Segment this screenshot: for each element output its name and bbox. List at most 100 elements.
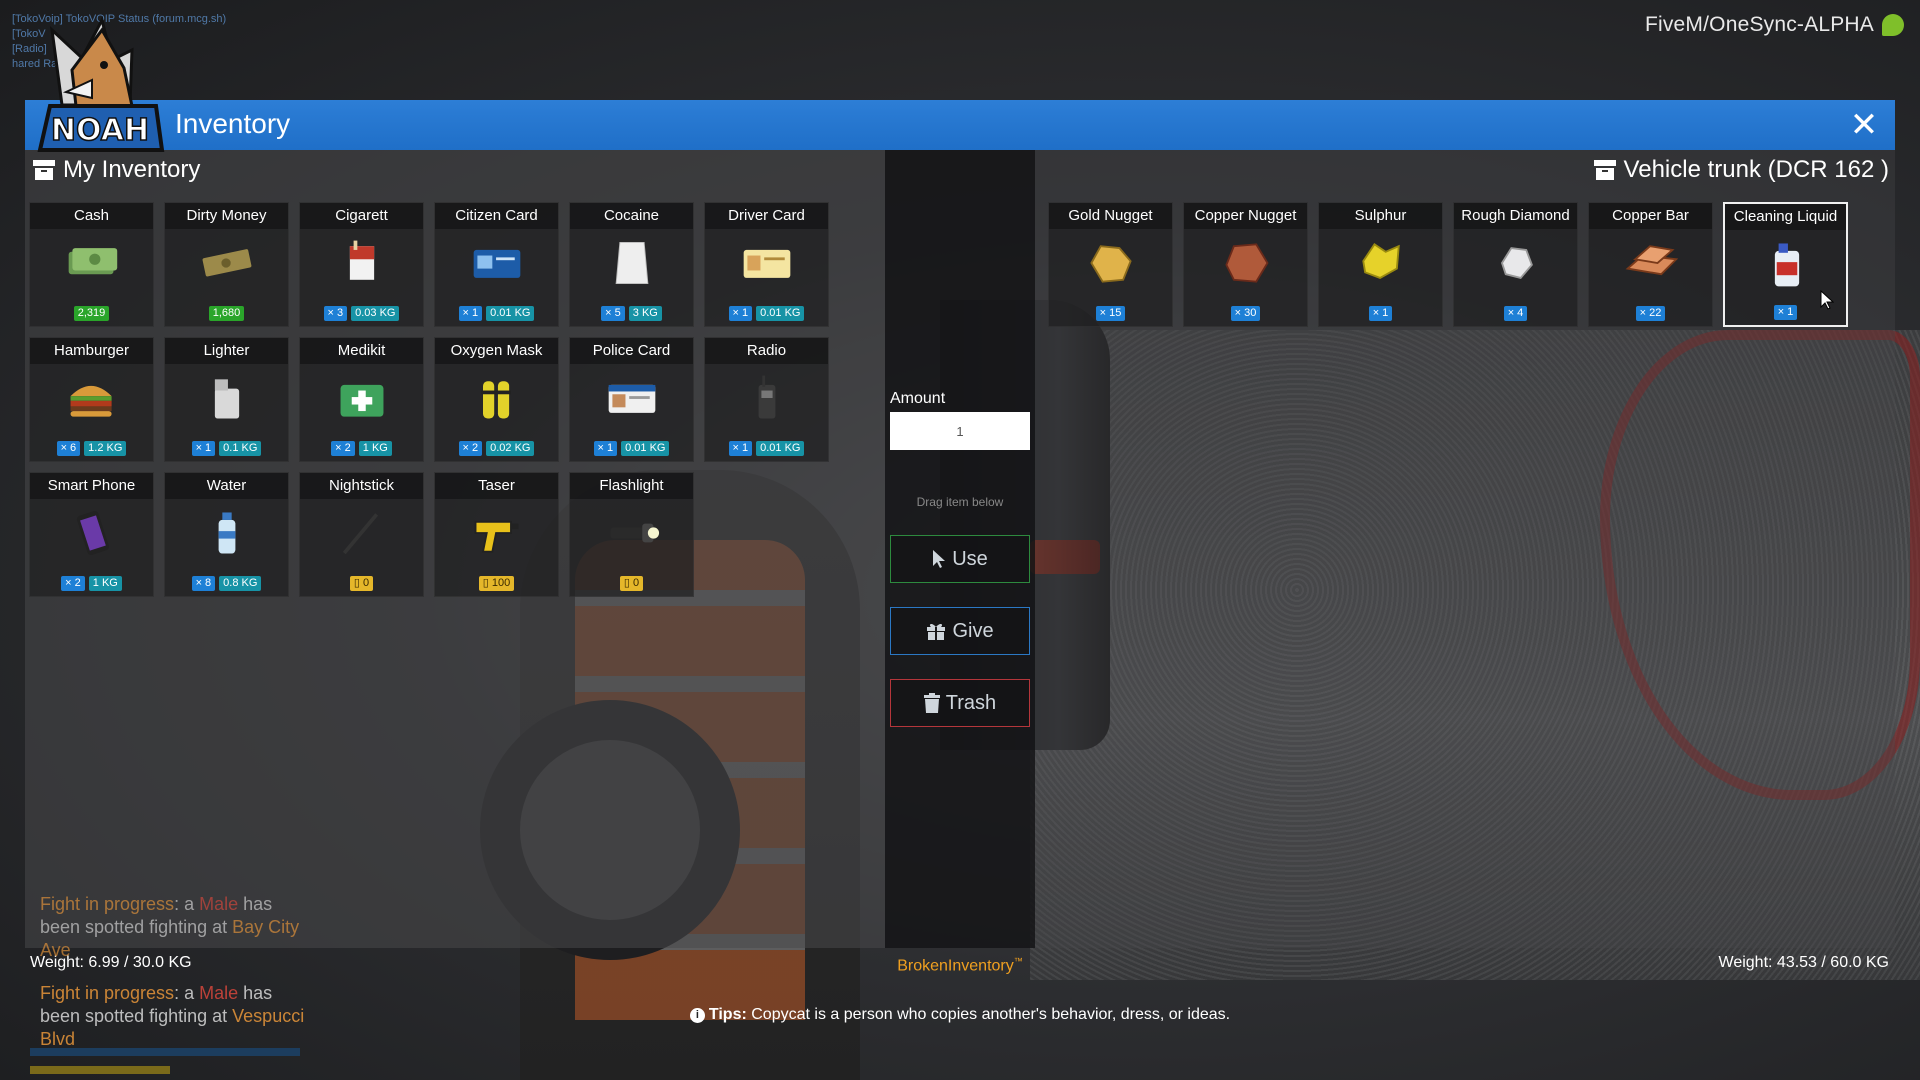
inventory-slot[interactable]: Cash 2,319 <box>29 202 154 327</box>
item-badges: × 3 0.03 KG <box>300 306 423 321</box>
trash-button[interactable]: Trash <box>890 679 1030 727</box>
inventory-slot[interactable]: Driver Card × 1 0.01 KG <box>704 202 829 327</box>
inventory-slot[interactable]: Radio × 1 0.01 KG <box>704 337 829 462</box>
tips-prefix: Tips: <box>708 1006 747 1023</box>
item-badge: 0.1 KG <box>219 441 262 456</box>
inventory-slot[interactable]: Hamburger × 6 1.2 KG <box>29 337 154 462</box>
gold-nugget-icon <box>1090 245 1132 283</box>
trash-label: Trash <box>945 691 997 714</box>
trunk-title: Vehicle trunk (DCR 162 ) <box>1623 156 1889 183</box>
item-badges: × 8 0.8 KG <box>165 576 288 591</box>
item-name: Driver Card <box>705 203 828 229</box>
wolf-logo: NOAH <box>37 15 165 152</box>
trunk-grid: Gold Nugget × 15 Copper Nugget × 30 Sulphur ×… <box>1048 202 1848 327</box>
item-badge: 1 KG <box>88 576 122 591</box>
item-badges: × 53 KG <box>570 306 693 321</box>
amount-input[interactable] <box>890 412 1030 450</box>
item-name: Citizen Card <box>435 203 558 229</box>
cigarette-pack-icon <box>349 240 375 280</box>
oxygen-tanks-icon <box>481 381 511 419</box>
trunk-heading: Vehicle trunk (DCR 162 ) <box>1593 156 1889 184</box>
inventory-slot[interactable]: Police Card × 1 0.01 KG <box>569 337 694 462</box>
item-badge: ▯ 0 <box>349 576 374 591</box>
item-name: Hamburger <box>30 338 153 364</box>
inventory-header: Inventory ✕ <box>25 100 1895 150</box>
give-label: Give <box>952 619 994 642</box>
inventory-slot[interactable]: Gold Nugget × 15 <box>1048 202 1173 327</box>
armor-bar <box>30 1048 300 1056</box>
item-badge: × 1 <box>458 306 483 321</box>
info-icon: i <box>689 1008 705 1023</box>
cocaine-bag-icon <box>615 242 649 284</box>
close-button[interactable]: ✕ <box>1843 104 1885 146</box>
inventory-slot[interactable]: Taser ▯ 100 <box>434 472 559 597</box>
notification: Fight in progress: a Male has been spott… <box>40 893 310 962</box>
notification-text: : a <box>174 983 200 1003</box>
inventory-slot[interactable]: Smart Phone × 21 KG <box>29 472 154 597</box>
citizen-card-icon <box>473 249 521 278</box>
item-badges: 1,680 <box>165 306 288 321</box>
notification-text: : a <box>174 894 200 914</box>
item-badges: × 4 <box>1454 306 1577 321</box>
inventory-window: Inventory ✕ My Inventory Cash 2,319 Dirty … <box>25 100 1895 980</box>
rough-diamond-icon <box>1500 247 1533 279</box>
item-badge: 0.01 KG <box>756 441 805 456</box>
item-badges: × 6 1.2 KG <box>30 441 153 456</box>
item-badge: 0.01 KG <box>621 441 670 456</box>
item-name: Cocaine <box>570 203 693 229</box>
nightstick-icon <box>342 513 379 555</box>
notification-subject: Male <box>199 983 239 1003</box>
inventory-slot[interactable]: Sulphur × 1 <box>1318 202 1443 327</box>
item-badge: × 2 <box>331 441 355 456</box>
drag-hint: Drag item below <box>916 495 1004 509</box>
close-icon[interactable]: ✕ <box>1850 105 1879 145</box>
inventory-slot[interactable]: Flashlight ▯ 0 <box>569 472 694 597</box>
item-name: Cigarett <box>300 203 423 229</box>
item-badge: 1,680 <box>208 306 245 321</box>
item-badge: × 30 <box>1230 306 1261 321</box>
trash-icon <box>923 693 940 713</box>
inventory-slot[interactable]: Copper Nugget × 30 <box>1183 202 1308 327</box>
item-badge: × 2 <box>61 576 85 591</box>
item-badges: × 1 0.1 KG <box>165 441 288 456</box>
item-badges: ▯ 0 <box>300 576 423 591</box>
server-leaf-icon <box>1882 14 1904 36</box>
item-name: Taser <box>435 473 558 499</box>
inventory-slot[interactable]: Cigarett × 3 0.03 KG <box>299 202 424 327</box>
trunk-weight: Weight: 43.53 / 60.0 KG <box>1718 954 1889 971</box>
item-badge: × 3 <box>323 306 348 321</box>
item-name: Oxygen Mask <box>435 338 558 364</box>
give-button[interactable]: Give <box>890 607 1030 655</box>
inventory-slot[interactable]: Nightstick ▯ 0 <box>299 472 424 597</box>
hamburger-icon <box>70 385 112 417</box>
inventory-slot[interactable]: Rough Diamond × 4 <box>1453 202 1578 327</box>
copper-nugget-icon <box>1225 243 1269 283</box>
inventory-slot[interactable]: Medikit × 21 KG <box>299 337 424 462</box>
item-badge: × 1 <box>728 441 753 456</box>
use-button[interactable]: Use <box>890 535 1030 583</box>
gift-icon <box>927 623 946 640</box>
item-name: Gold Nugget <box>1049 203 1172 229</box>
item-badge: 0.01 KG <box>486 306 535 321</box>
window-title: Inventory <box>175 108 291 139</box>
notification-subject: Male <box>199 894 239 914</box>
notification-lead: Fight in progress <box>40 983 175 1003</box>
item-badge: × 1 <box>1773 305 1798 320</box>
item-name: Rough Diamond <box>1454 203 1577 229</box>
inventory-slot[interactable]: Oxygen Mask × 2 0.02 KG <box>434 337 559 462</box>
inventory-slot[interactable]: Water × 8 0.8 KG <box>164 472 289 597</box>
inventory-slot[interactable]: Citizen Card × 1 0.01 KG <box>434 202 559 327</box>
item-badges: × 1 0.01 KG <box>705 441 828 456</box>
sulphur-icon <box>1362 243 1400 279</box>
item-badges: ▯ 100 <box>435 576 558 591</box>
item-badge: 3 KG <box>628 306 662 321</box>
inventory-slot[interactable]: Cocaine × 53 KG <box>569 202 694 327</box>
cleaning-liquid-icon <box>1774 243 1800 287</box>
item-badges: × 22 <box>1589 306 1712 321</box>
inventory-slot[interactable]: Dirty Money 1,680 <box>164 202 289 327</box>
inventory-slot[interactable]: Lighter × 1 0.1 KG <box>164 337 289 462</box>
inventory-slot[interactable]: Copper Bar × 22 <box>1588 202 1713 327</box>
item-badges: ▯ 0 <box>570 576 693 591</box>
item-badges: × 21 KG <box>300 441 423 456</box>
item-badge: × 1 <box>593 441 618 456</box>
